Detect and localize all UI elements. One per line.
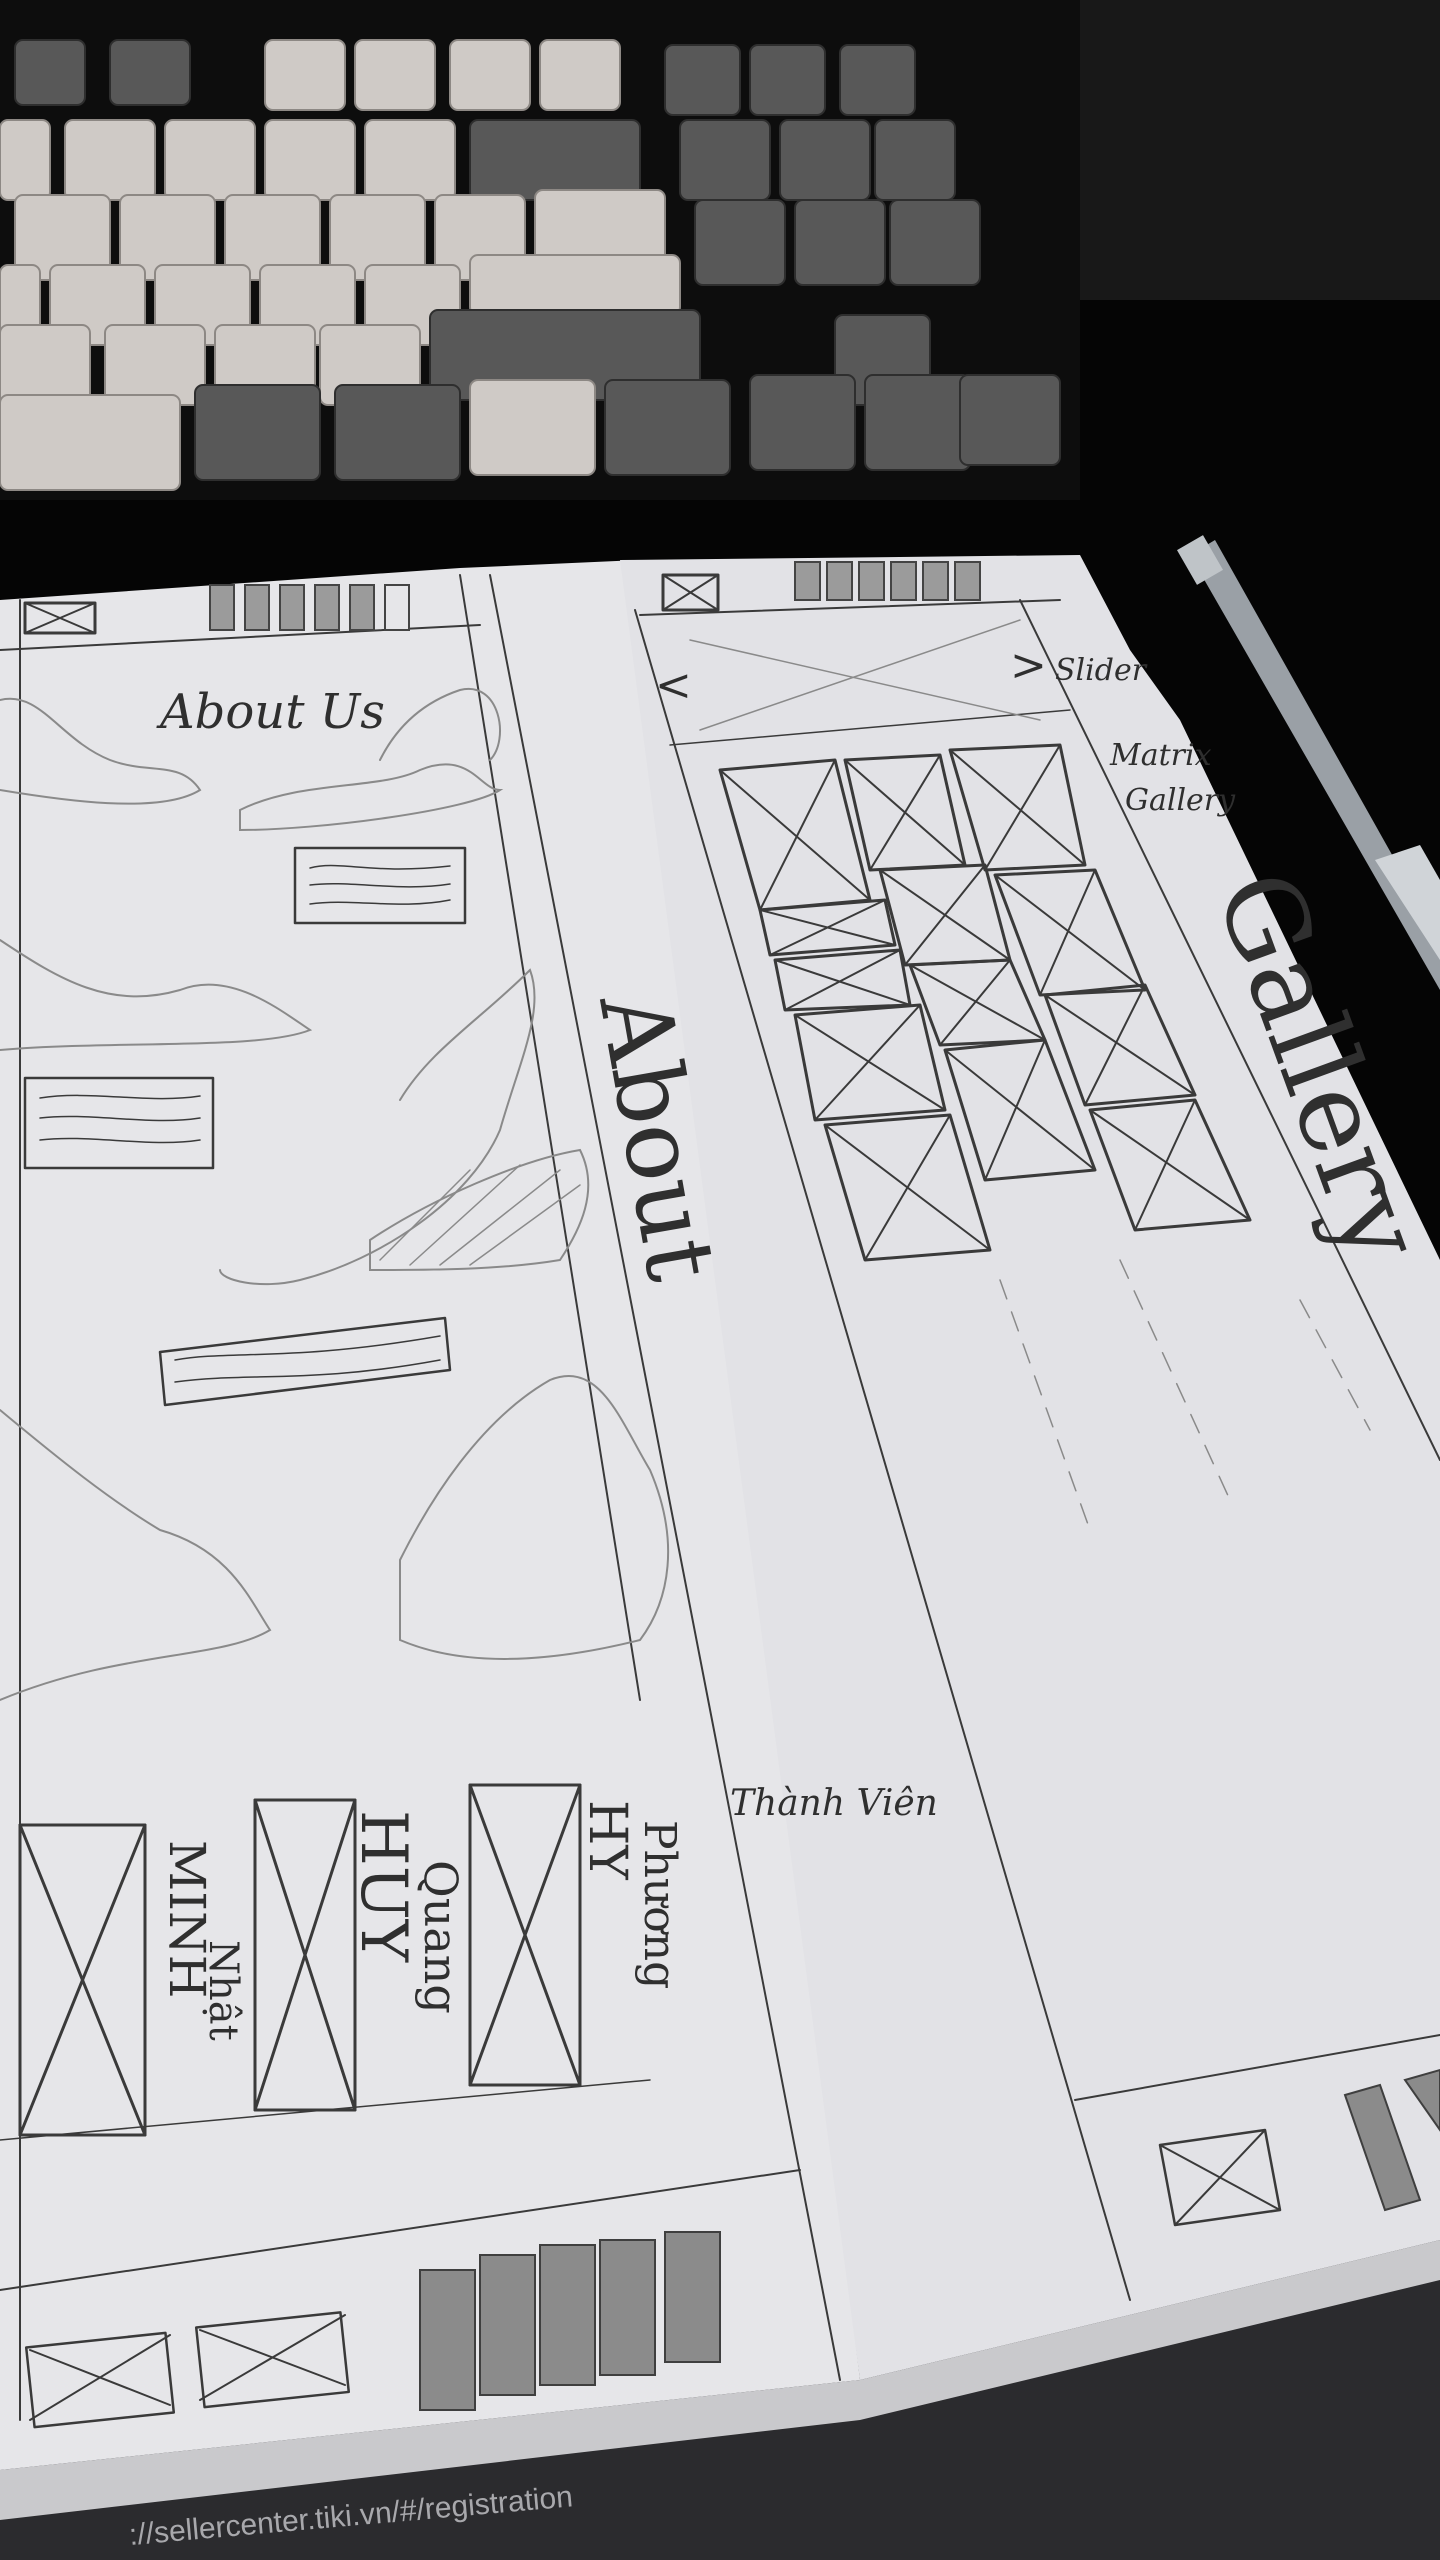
member-2-name: HUY [346, 1810, 420, 1963]
about-us-heading: About Us [156, 684, 385, 740]
member-1-surname: Nhật [200, 1940, 246, 2041]
member-3-name: HY [577, 1800, 637, 1880]
members-label: Thành Viên [730, 1783, 938, 1824]
slider-next-arrow[interactable]: > [1010, 640, 1047, 691]
member-3-surname: Phương [634, 1820, 685, 1989]
wireframe-sketch-photo: About Us About MINH Nhật HUY Quang HY Ph… [0, 0, 1440, 2560]
slider-prev-arrow[interactable]: < [655, 660, 692, 711]
member-2-surname: Quang [414, 1860, 468, 2014]
keyboard [0, 0, 1080, 500]
matrix-gallery-label-line1: Matrix [1109, 738, 1212, 773]
slider-label: Slider [1055, 653, 1148, 688]
matrix-gallery-label-line2: Gallery [1125, 783, 1236, 818]
